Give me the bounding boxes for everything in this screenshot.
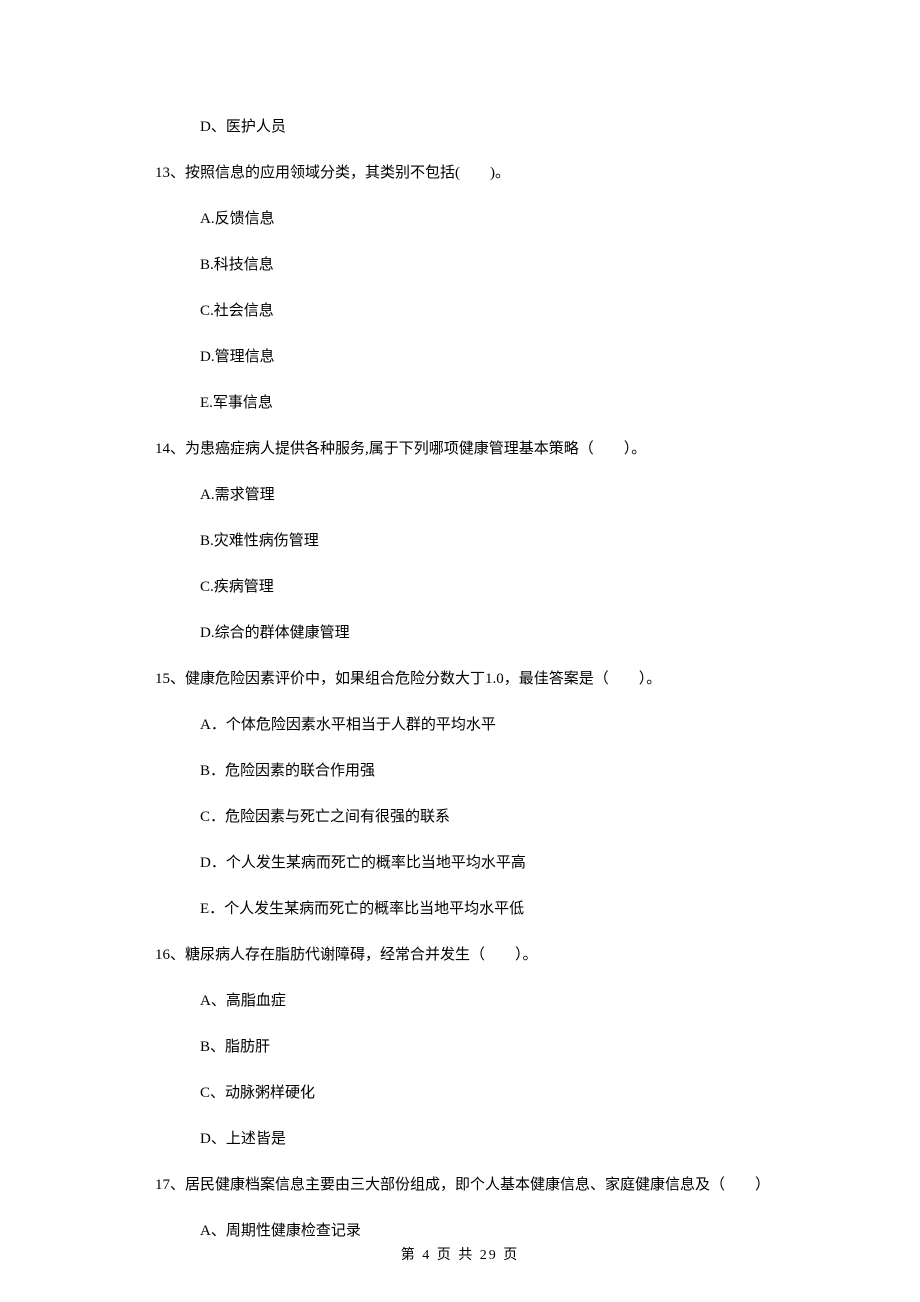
option-text: C.社会信息 — [155, 299, 765, 323]
option-text: D、医护人员 — [155, 115, 765, 139]
option-text: A、周期性健康检查记录 — [155, 1219, 765, 1243]
option-text: C．危险因素与死亡之间有很强的联系 — [155, 805, 765, 829]
option-text: B、脂肪肝 — [155, 1035, 765, 1059]
page-footer: 第 4 页 共 29 页 — [0, 1244, 920, 1264]
page-content: D、医护人员 13、按照信息的应用领域分类，其类别不包括( )。 A.反馈信息 … — [0, 0, 920, 1243]
option-text: A．个体危险因素水平相当于人群的平均水平 — [155, 713, 765, 737]
option-text: D．个人发生某病而死亡的概率比当地平均水平高 — [155, 851, 765, 875]
option-text: B．危险因素的联合作用强 — [155, 759, 765, 783]
option-text: B.科技信息 — [155, 253, 765, 277]
option-text: D.管理信息 — [155, 345, 765, 369]
question-stem: 16、糖尿病人存在脂肪代谢障碍，经常合并发生（ ）。 — [155, 943, 765, 967]
question-stem: 13、按照信息的应用领域分类，其类别不包括( )。 — [155, 161, 765, 185]
option-text: E.军事信息 — [155, 391, 765, 415]
option-text: A、高脂血症 — [155, 989, 765, 1013]
option-text: C、动脉粥样硬化 — [155, 1081, 765, 1105]
question-stem: 14、为患癌症病人提供各种服务,属于下列哪项健康管理基本策略（ ）。 — [155, 437, 765, 461]
option-text: A.反馈信息 — [155, 207, 765, 231]
question-stem: 17、居民健康档案信息主要由三大部份组成，即个人基本健康信息、家庭健康信息及（ … — [155, 1173, 765, 1197]
option-text: C.疾病管理 — [155, 575, 765, 599]
option-text: E．个人发生某病而死亡的概率比当地平均水平低 — [155, 897, 765, 921]
option-text: D.综合的群体健康管理 — [155, 621, 765, 645]
option-text: D、上述皆是 — [155, 1127, 765, 1151]
question-stem: 15、健康危险因素评价中，如果组合危险分数大丁1.0，最佳答案是（ ）。 — [155, 667, 765, 691]
option-text: B.灾难性病伤管理 — [155, 529, 765, 553]
option-text: A.需求管理 — [155, 483, 765, 507]
